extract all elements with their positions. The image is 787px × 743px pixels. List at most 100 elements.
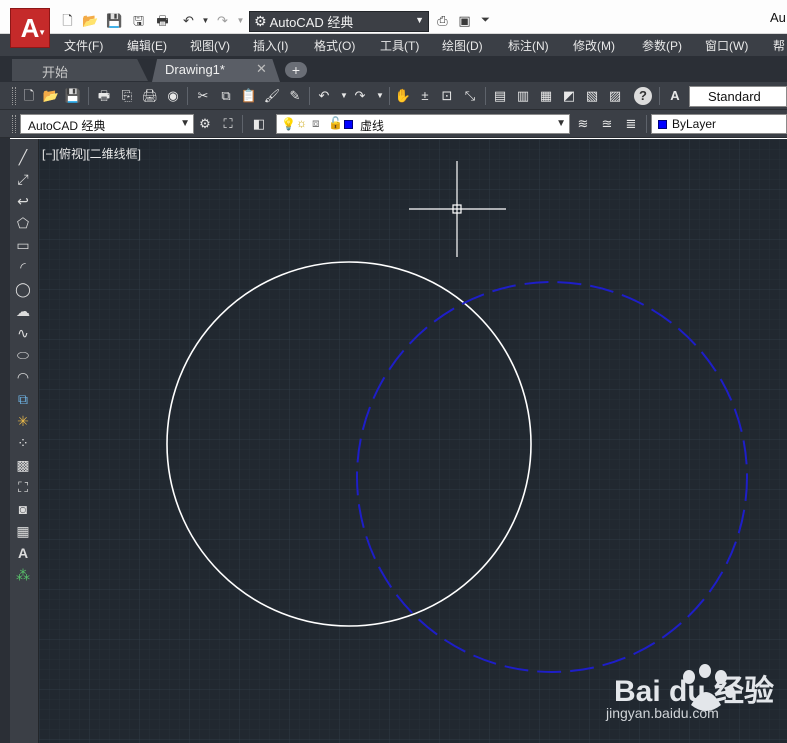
make-block-icon[interactable]: ✳ <box>12 411 34 431</box>
gear-icon[interactable]: ⚙ <box>196 115 214 133</box>
gradient-icon[interactable]: ⛶ <box>12 477 34 497</box>
menu-file[interactable]: 文件(F) <box>64 37 103 54</box>
sun-icon: ☼ <box>296 116 307 130</box>
menu-parametric[interactable]: 参数(P) <box>642 37 682 54</box>
menu-modify[interactable]: 修改(M) <box>573 37 615 54</box>
open-folder-icon[interactable]: 📂 <box>82 13 99 28</box>
insert-block-icon[interactable]: ⧉ <box>12 389 34 409</box>
layer-properties-icon[interactable]: ◧ <box>250 115 268 133</box>
polygon-icon[interactable]: ⬠ <box>12 213 34 233</box>
toolbar-grip[interactable] <box>12 115 16 133</box>
circle-icon[interactable]: ◯ <box>12 279 34 299</box>
layer-previous-icon[interactable]: ≊ <box>598 115 616 133</box>
construction-line-icon[interactable]: ⤢ <box>12 169 34 189</box>
help-icon[interactable]: ? <box>634 87 652 105</box>
menu-format[interactable]: 格式(O) <box>314 37 355 54</box>
zoom-realtime-icon[interactable]: ± <box>416 87 434 105</box>
pan-icon[interactable]: ✋ <box>394 87 412 105</box>
match-properties-icon[interactable]: 🖌 <box>263 87 281 105</box>
markup-icon[interactable]: ▧ <box>583 87 601 105</box>
calculator-icon[interactable]: ▨ <box>606 87 624 105</box>
revision-cloud-icon[interactable]: ☁ <box>12 301 34 321</box>
redo-dropdown-icon[interactable]: ▼ <box>232 13 249 28</box>
zoom-previous-icon[interactable]: ⤡ <box>461 87 479 105</box>
toolbar-separator <box>389 87 390 105</box>
toolbar-separator <box>309 87 310 105</box>
tab-start[interactable]: 开始 <box>12 59 148 81</box>
paste-icon[interactable]: 📋 <box>240 87 258 105</box>
new-file-icon[interactable]: 🗋 <box>20 87 38 105</box>
toolbar-grip[interactable] <box>12 87 16 105</box>
tool-palettes-icon[interactable]: ▦ <box>537 87 555 105</box>
share-drawing-icon[interactable]: ⎙ <box>434 13 451 28</box>
publish-icon[interactable]: 🖨 <box>141 87 159 105</box>
design-center-icon[interactable]: ▥ <box>514 87 532 105</box>
hatch-icon[interactable]: ▩ <box>12 455 34 475</box>
ellipse-arc-icon[interactable]: ◠ <box>12 367 34 387</box>
viewport-controls[interactable]: [−][俯视][二维线框] <box>42 145 141 162</box>
menu-view[interactable]: 视图(V) <box>190 37 230 54</box>
rectangle-icon[interactable]: ▭ <box>12 235 34 255</box>
point-icon[interactable]: ⁘ <box>12 433 34 453</box>
layer-combo[interactable]: 💡 ☼ ⧈ 🔓 虚线 ▼ <box>276 114 570 134</box>
text-style-icon[interactable]: A <box>666 87 684 105</box>
redo-icon[interactable]: ↷ <box>351 87 369 105</box>
undo-icon[interactable]: ↶ <box>180 13 197 28</box>
application-menu-button[interactable]: A ▼ <box>10 8 50 48</box>
color-combo[interactable]: ByLayer <box>651 114 787 134</box>
workspace-settings-icon[interactable]: ⛶ <box>219 115 237 133</box>
menu-insert[interactable]: 插入(I) <box>253 37 288 54</box>
save-as-icon[interactable]: 🖫 <box>130 13 147 28</box>
sheet-set-icon[interactable]: ◩ <box>560 87 578 105</box>
bylayer-color-swatch <box>658 120 667 129</box>
undo-icon[interactable]: ↶ <box>315 87 333 105</box>
window-title: Au <box>770 10 786 25</box>
polyline-icon[interactable]: ↩ <box>12 191 34 211</box>
menu-tools[interactable]: 工具(T) <box>380 37 419 54</box>
menu-draw[interactable]: 绘图(D) <box>442 37 483 54</box>
make-layer-current-icon[interactable]: ≋ <box>574 115 592 133</box>
menu-window[interactable]: 窗口(W) <box>705 37 748 54</box>
spline-icon[interactable]: ∿ <box>12 323 34 343</box>
menu-help[interactable]: 帮 <box>773 37 785 54</box>
print-icon[interactable]: 🖶 <box>154 13 171 28</box>
drawing-canvas[interactable]: Bai du 经验 <box>39 139 787 743</box>
line-icon[interactable]: ╱ <box>12 147 34 167</box>
cut-icon[interactable]: ✂ <box>194 87 212 105</box>
plot-preview-icon[interactable]: ⎘ <box>118 87 136 105</box>
app-logo: A <box>20 12 40 43</box>
menu-edit[interactable]: 编辑(E) <box>127 37 167 54</box>
plot-icon[interactable]: 🖶 <box>95 87 113 105</box>
add-selected-icon[interactable]: ⁂ <box>12 565 34 585</box>
layer-states-icon[interactable]: ≣ <box>622 115 640 133</box>
new-tab-button[interactable]: + <box>285 62 307 78</box>
zoom-window-icon[interactable]: ⊡ <box>438 87 456 105</box>
multiline-text-icon[interactable]: A <box>12 543 34 563</box>
table-icon[interactable]: ▦ <box>12 521 34 541</box>
text-style-field[interactable]: Standard <box>689 86 787 107</box>
arc-icon[interactable]: ◜ <box>12 257 34 277</box>
undo-dropdown-icon[interactable]: ▼ <box>197 13 214 28</box>
redo-icon[interactable]: ↷ <box>214 13 231 28</box>
chevron-down-icon: ▼ <box>556 118 566 129</box>
menu-dimension[interactable]: 标注(N) <box>508 37 549 54</box>
close-icon[interactable]: ✕ <box>256 61 267 77</box>
block-editor-icon[interactable]: ✎ <box>286 87 304 105</box>
unlock-icon: 🔓 <box>328 116 343 130</box>
open-folder-icon[interactable]: 📂 <box>42 87 60 105</box>
toolbar-separator <box>485 87 486 105</box>
workspace-combo[interactable]: AutoCAD 经典 ▼ <box>20 114 194 134</box>
redo-dropdown-icon[interactable]: ▼ <box>371 87 389 105</box>
color-combo-value: ByLayer <box>672 117 717 131</box>
workspace-select[interactable]: ⚙ AutoCAD 经典 ▼ <box>249 11 429 32</box>
customize-qat-icon[interactable]: ⏷ <box>477 13 494 28</box>
save-icon[interactable]: 💾 <box>64 87 82 105</box>
publish-icon[interactable]: ▣ <box>456 13 473 28</box>
properties-icon[interactable]: ▤ <box>491 87 509 105</box>
ellipse-icon[interactable]: ⬭ <box>12 345 34 365</box>
3d-print-icon[interactable]: ◉ <box>164 87 182 105</box>
region-icon[interactable]: ◙ <box>12 499 34 519</box>
copy-icon[interactable]: ⧉ <box>217 87 235 105</box>
save-icon[interactable]: 💾 <box>106 13 123 28</box>
new-file-icon[interactable]: 🗋 <box>59 13 76 28</box>
